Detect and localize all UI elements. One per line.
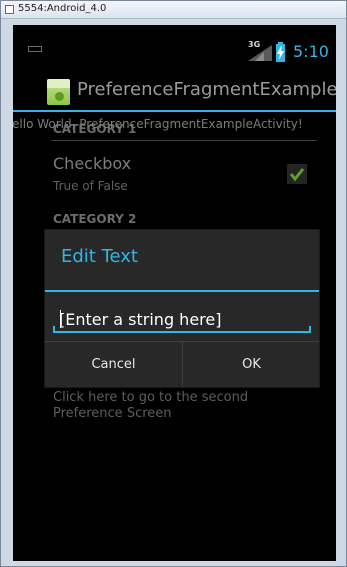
hello-world-text: Hello World, PreferenceFragmentExampleAc… [13,117,303,131]
text-cursor [60,310,61,328]
checkbox-preference[interactable]: Checkbox True of False [51,151,317,199]
category-header-2: CATEGORY 2 [53,212,137,226]
checkbox[interactable] [287,164,307,184]
status-bar: 3G 5:10 [13,25,336,62]
status-clock: 5:10 [293,42,329,61]
charging-bolt-icon [277,46,284,60]
checkbox-preference-summary: True of False [53,179,128,193]
device-screen: 3G 5:10 PreferenceFragmentExample CATEGO… [13,25,336,561]
edit-text-dialog: Edit Text Cancel OK [45,230,319,387]
action-bar-title: PreferenceFragmentExample [77,79,336,100]
edit-text-underline-left [53,326,55,333]
action-bar-divider [13,110,336,112]
edit-text-input[interactable] [53,306,311,332]
category-divider [51,140,317,141]
dialog-title: Edit Text [61,246,138,267]
cancel-button[interactable]: Cancel [45,342,182,387]
second-screen-preference[interactable]: Click here to go to the second Preferenc… [53,390,315,422]
checkmark-icon [289,168,305,182]
window-titlebar[interactable]: 5554:Android_4.0 [1,1,346,19]
app-icon[interactable] [47,79,70,105]
action-bar: PreferenceFragmentExample [13,72,336,112]
keyboard-icon [28,46,42,52]
signal-icon [248,45,272,61]
emulator-app-icon [5,5,14,14]
window-title: 5554:Android_4.0 [18,3,107,14]
dialog-title-divider [45,290,319,292]
checkbox-preference-title: Checkbox [53,154,132,173]
dialog-button-bar: Cancel OK [45,341,319,387]
battery-icon [276,42,285,62]
edit-text-underline [53,331,311,333]
emulator-window: 5554:Android_4.0 3G 5:10 PreferenceFragm… [0,0,347,567]
edit-text-underline-right [309,326,311,333]
ok-button[interactable]: OK [183,342,320,387]
